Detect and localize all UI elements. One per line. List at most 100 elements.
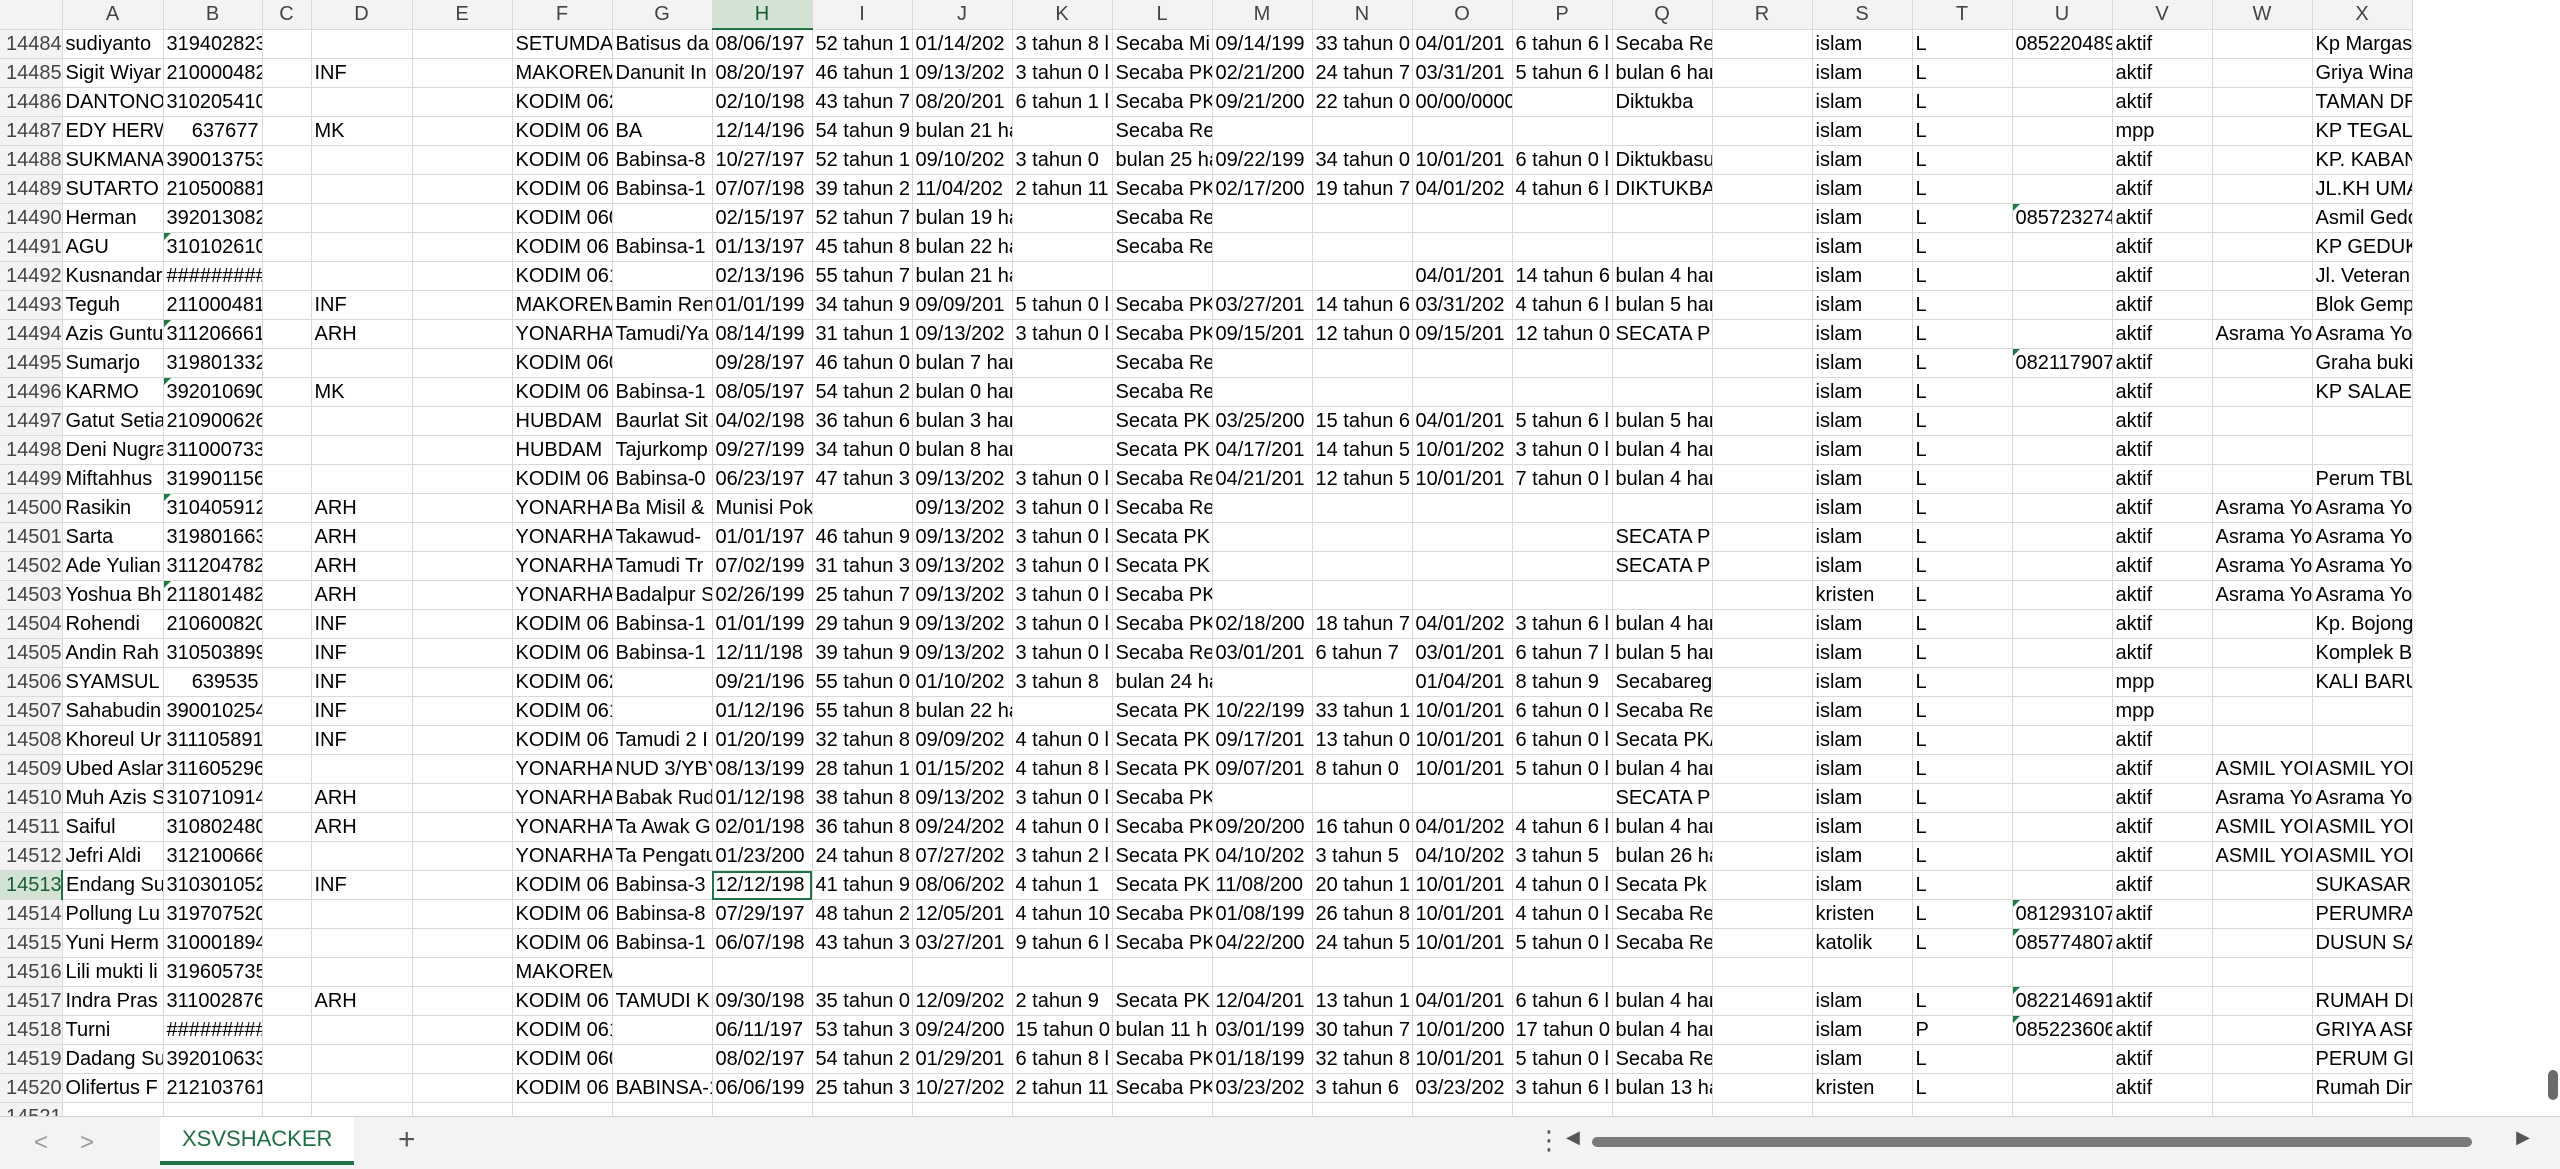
cell-j14505[interactable]: 09/13/202	[912, 638, 1013, 668]
cell-h14487[interactable]: 12/14/196	[712, 116, 813, 146]
cell-w14499[interactable]	[2212, 464, 2313, 494]
cell-v14490[interactable]: aktif	[2112, 203, 2213, 233]
cell-c14511[interactable]	[262, 812, 312, 842]
cell-g14500[interactable]: Ba Misil &	[612, 493, 713, 523]
cell-o14507[interactable]: 10/01/201	[1412, 696, 1513, 726]
cell-c14492[interactable]	[262, 261, 312, 291]
row-header[interactable]: 14507	[0, 696, 63, 726]
cell-o14492[interactable]: 04/01/201	[1412, 261, 1513, 291]
cell-p14509[interactable]: 5 tahun 0 l	[1512, 754, 1613, 784]
cell-j14501[interactable]: 09/13/202	[912, 522, 1013, 552]
cell-j14489[interactable]: 11/04/202	[912, 174, 1013, 204]
cell-n14487[interactable]	[1312, 116, 1413, 146]
cell-v14516[interactable]	[2112, 957, 2213, 987]
cell-o14485[interactable]: 03/31/201	[1412, 58, 1513, 88]
column-header-k[interactable]: K	[1012, 0, 1113, 30]
cell-h14510[interactable]: 01/12/198	[712, 783, 813, 813]
cell-l14511[interactable]: Secaba PK	[1112, 812, 1213, 842]
cell-a14495[interactable]: Sumarjo	[62, 348, 164, 378]
cell-n14493[interactable]: 14 tahun 6	[1312, 290, 1413, 320]
cell-q14488[interactable]: Diktukbasus	[1612, 145, 1713, 175]
cell-j14500[interactable]: 09/13/202	[912, 493, 1013, 523]
cell-n14507[interactable]: 33 tahun 1	[1312, 696, 1413, 726]
cell-u14508[interactable]	[2012, 725, 2113, 755]
cell-v14513[interactable]: aktif	[2112, 870, 2213, 900]
cell-f14486[interactable]: KODIM 0621/KAB. BO	[512, 87, 613, 117]
cell-n14489[interactable]: 19 tahun 7	[1312, 174, 1413, 204]
cell-q14504[interactable]: bulan 4 hari	[1612, 609, 1713, 639]
cell-u14507[interactable]	[2012, 696, 2113, 726]
cell-h14518[interactable]: 06/11/197	[712, 1015, 813, 1045]
cell-j14496[interactable]: bulan 0 hari	[912, 377, 1013, 407]
cell-k14516[interactable]	[1012, 957, 1113, 987]
cell-a14517[interactable]: Indra Pras	[62, 986, 164, 1016]
cell-e14501[interactable]	[412, 522, 513, 552]
column-header-w[interactable]: W	[2212, 0, 2313, 30]
cell-t14494[interactable]: L	[1912, 319, 2013, 349]
cell-r14514[interactable]	[1712, 899, 1813, 929]
cell-e14508[interactable]	[412, 725, 513, 755]
cell-g14505[interactable]: Babinsa-1	[612, 638, 713, 668]
cell-b14511[interactable]: 31080248070188	[163, 812, 263, 842]
cell-b14515[interactable]: 31000189480681	[163, 928, 263, 958]
cell-g14515[interactable]: Babinsa-1	[612, 928, 713, 958]
row-header[interactable]: 14497	[0, 406, 63, 436]
cell-r14509[interactable]	[1712, 754, 1813, 784]
cell-h14498[interactable]: 09/27/199	[712, 435, 813, 465]
cell-r14496[interactable]	[1712, 377, 1813, 407]
cell-k14494[interactable]: 3 tahun 0 l	[1012, 319, 1113, 349]
cell-l14493[interactable]: Secaba PK	[1112, 290, 1213, 320]
cell-i14511[interactable]: 36 tahun 8	[812, 812, 913, 842]
row-header[interactable]: 14519	[0, 1044, 63, 1074]
cell-n14504[interactable]: 18 tahun 7	[1312, 609, 1413, 639]
column-header-e[interactable]: E	[412, 0, 513, 30]
cell-t14498[interactable]: L	[1912, 435, 2013, 465]
cell-d14500[interactable]: ARH	[311, 493, 413, 523]
cell-x14503[interactable]: Asrama Yon	[2312, 580, 2413, 610]
cell-g14520[interactable]: BABINSA-1	[612, 1073, 713, 1103]
cell-f14508[interactable]: KODIM 06	[512, 725, 613, 755]
row-header[interactable]: 14511	[0, 812, 63, 842]
cell-o14497[interactable]: 04/01/201	[1412, 406, 1513, 436]
cell-k14507[interactable]	[1012, 696, 1113, 726]
cell-f14512[interactable]: YONARHA	[512, 841, 613, 871]
cell-p14510[interactable]	[1512, 783, 1613, 813]
cell-t14510[interactable]: L	[1912, 783, 2013, 813]
column-header-v[interactable]: V	[2112, 0, 2213, 30]
cell-a14485[interactable]: Sigit Wiyar	[62, 58, 164, 88]
cell-e14492[interactable]	[412, 261, 513, 291]
cell-t14505[interactable]: L	[1912, 638, 2013, 668]
cell-q14489[interactable]: DIKTUKBA	[1612, 174, 1713, 204]
cell-m14494[interactable]: 09/15/201	[1212, 319, 1313, 349]
cell-t14491[interactable]: L	[1912, 232, 2013, 262]
cell-v14486[interactable]: aktif	[2112, 87, 2213, 117]
cell-b14512[interactable]: 31210066660100	[163, 841, 263, 871]
cell-h14512[interactable]: 01/23/200	[712, 841, 813, 871]
cell-f14494[interactable]: YONARHA	[512, 319, 613, 349]
cell-x14512[interactable]: ASMIL YONA	[2312, 841, 2413, 871]
cell-l14508[interactable]: Secata PK	[1112, 725, 1213, 755]
cell-n14511[interactable]: 16 tahun 0	[1312, 812, 1413, 842]
cell-q14500[interactable]	[1612, 493, 1713, 523]
cell-h14502[interactable]: 07/02/199	[712, 551, 813, 581]
cell-h14497[interactable]: 04/02/198	[712, 406, 813, 436]
cell-m14495[interactable]	[1212, 348, 1313, 378]
cell-s14514[interactable]: kristen	[1812, 899, 1913, 929]
cell-a14494[interactable]: Azis Guntu	[62, 319, 164, 349]
cell-l14520[interactable]: Secaba PK	[1112, 1073, 1213, 1103]
cell-n14517[interactable]: 13 tahun 1	[1312, 986, 1413, 1016]
cell-g14519[interactable]	[612, 1044, 713, 1074]
cell-c14493[interactable]	[262, 290, 312, 320]
cell-q14502[interactable]: SECATA PK	[1612, 551, 1713, 581]
column-header-q[interactable]: Q	[1612, 0, 1713, 30]
cell-v14498[interactable]: aktif	[2112, 435, 2213, 465]
cell-e14488[interactable]	[412, 145, 513, 175]
cell-c14517[interactable]	[262, 986, 312, 1016]
cell-i14492[interactable]: 55 tahun 7	[812, 261, 913, 291]
cell-m14515[interactable]: 04/22/200	[1212, 928, 1313, 958]
cell-f14500[interactable]: YONARHA	[512, 493, 613, 523]
cell-j14504[interactable]: 09/13/202	[912, 609, 1013, 639]
cell-k14505[interactable]: 3 tahun 0 l	[1012, 638, 1113, 668]
cell-l14514[interactable]: Secaba PK	[1112, 899, 1213, 929]
cell-h14521[interactable]	[712, 1102, 813, 1116]
